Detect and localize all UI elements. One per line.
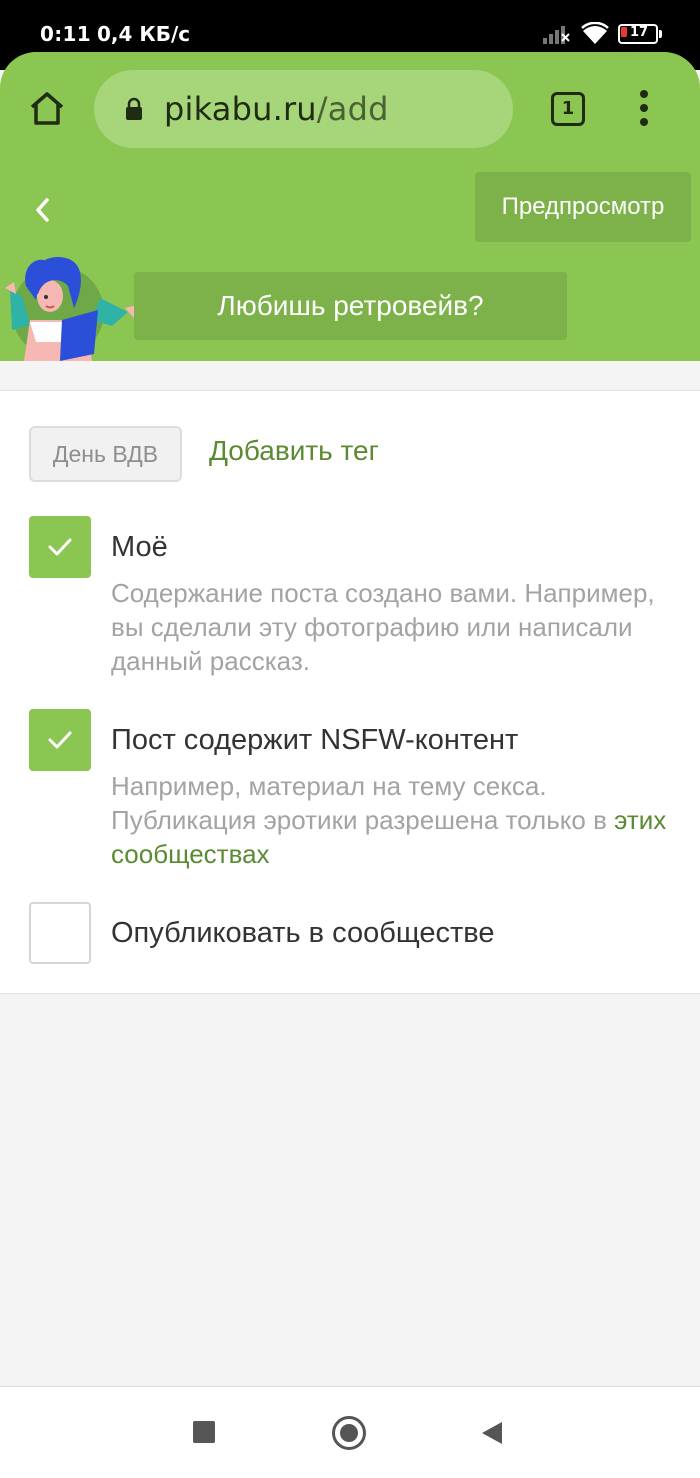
community-title: Опубликовать в сообществе	[111, 917, 495, 949]
url-text: pikabu.ru/add	[164, 90, 389, 128]
tag-chip[interactable]: День ВДВ	[29, 426, 182, 482]
recent-apps-icon[interactable]	[193, 1421, 215, 1443]
more-options-icon[interactable]	[640, 90, 648, 132]
add-tag-link[interactable]: Добавить тег	[209, 435, 379, 467]
post-settings-card: День ВДВ Добавить тег Моё Содержание пос…	[0, 390, 700, 994]
browser-toolbar: pikabu.ru/add 1	[0, 52, 700, 164]
tab-switcher-button[interactable]: 1	[551, 92, 585, 126]
home-icon[interactable]	[28, 90, 66, 126]
url-host: pikabu.ru	[164, 90, 317, 128]
checkmark-icon	[48, 731, 72, 749]
battery-level: 17	[630, 25, 649, 40]
promo-banner-button[interactable]: Любишь ретровейв?	[134, 272, 567, 340]
home-button-icon[interactable]	[332, 1416, 366, 1450]
community-checkbox[interactable]	[29, 902, 91, 964]
status-time: 0:11	[40, 22, 91, 46]
promo-illustration[interactable]	[0, 250, 140, 361]
signal-icon	[543, 26, 570, 44]
nsfw-description: Например, материал на тему секса. Публик…	[111, 769, 681, 871]
back-triangle-icon[interactable]	[480, 1420, 504, 1446]
battery-icon: 17	[618, 24, 662, 44]
wifi-icon	[581, 22, 609, 44]
preview-button[interactable]: Предпросмотр	[475, 172, 691, 242]
address-bar[interactable]: pikabu.ru/add	[94, 70, 513, 148]
back-arrow-icon[interactable]	[22, 190, 62, 230]
nsfw-title: Пост содержит NSFW-контент	[111, 724, 519, 756]
lock-icon	[126, 97, 142, 120]
site-header: Предпросмотр Любишь ретровейв?	[0, 164, 700, 361]
mine-title: Моё	[111, 531, 168, 563]
url-path: /add	[316, 90, 389, 128]
status-network-speed: 0,4 КБ/с	[97, 22, 191, 46]
mine-checkbox[interactable]	[29, 516, 91, 578]
mine-description: Содержание поста создано вами. Например,…	[111, 578, 655, 676]
checkmark-icon	[48, 538, 72, 556]
nsfw-checkbox[interactable]	[29, 709, 91, 771]
nsfw-description-text: Например, материал на тему секса. Публик…	[111, 771, 615, 835]
system-navigation-bar	[0, 1386, 700, 1478]
